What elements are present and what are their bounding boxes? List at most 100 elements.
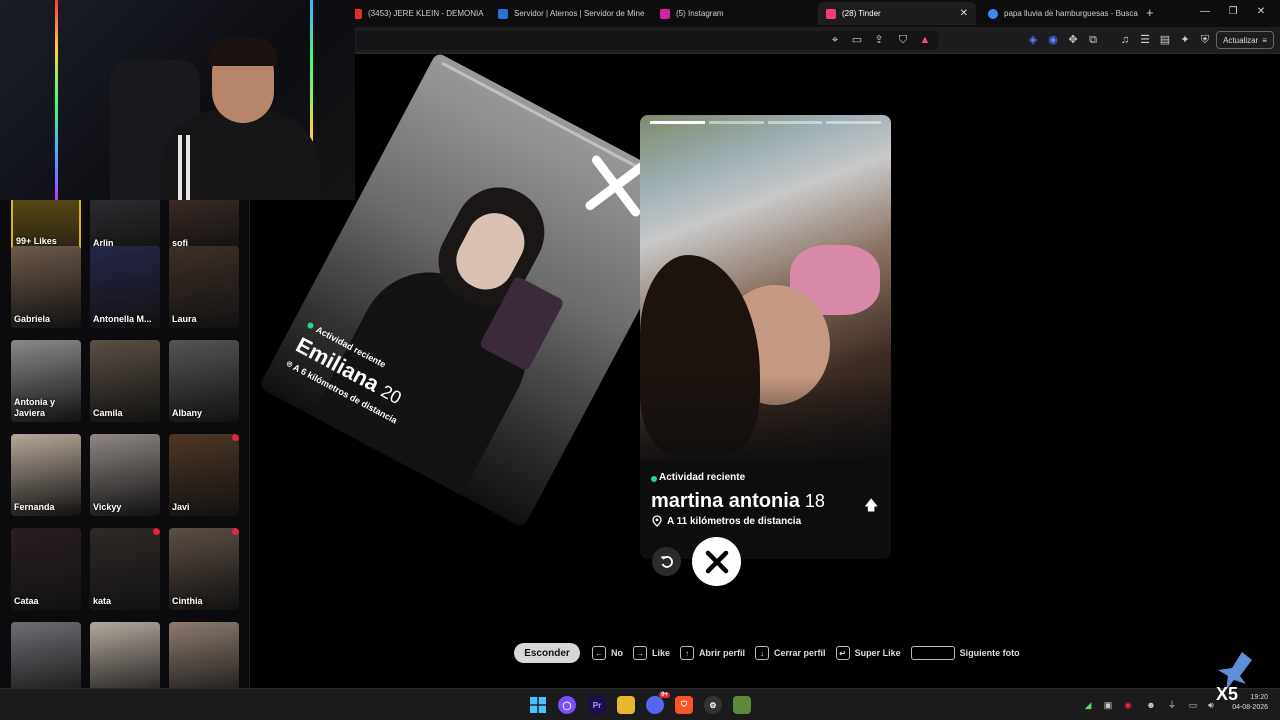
microphone-icon[interactable]: ⏚ [1166,699,1178,711]
google-icon [988,8,998,19]
rewind-icon [660,555,673,568]
open-profile-icon[interactable]: 🡅 [864,495,878,519]
sidebar-toggle-icon[interactable]: ▤ [1158,33,1172,47]
location-icon[interactable]: ⌖ [828,33,842,47]
profile-age: 18 [804,491,825,511]
file-explorer-icon[interactable] [617,696,635,714]
leo-ai-icon[interactable]: ✦ [1178,33,1192,47]
rgb-led-strip [55,0,58,200]
svg-text:X5: X5 [1216,684,1238,702]
window-close-icon[interactable]: ✕ [1254,6,1268,17]
hint-no: ← No [592,646,623,660]
photo-progress-segment[interactable] [826,121,881,124]
brave-shield-icon[interactable]: ⛉ [896,33,910,47]
clock-date: 04-08-2026 [1232,704,1268,711]
online-dot-icon [306,321,315,330]
menu-icon: ≡ [1262,35,1267,45]
cast-icon[interactable]: ▭ [850,33,864,47]
hint-next-photo: Siguiente foto [910,646,1020,660]
minimize-icon[interactable]: — [1198,6,1212,17]
nope-button[interactable] [692,537,741,586]
share-icon[interactable]: ⇪ [872,33,886,47]
matches-sidebar: 99+ Likes Arlin sofi Gabriela Antonella M...… [0,200,250,688]
tab-tinder[interactable]: (28) Tinder ✕ [818,2,976,25]
current-profile-card[interactable]: Actividad reciente martina antonia 18 🡅 A… [640,115,891,559]
update-button[interactable]: Actualizar ≡ [1216,31,1274,49]
match-tile[interactable]: Camila [90,340,160,422]
new-tab-button[interactable]: + [1146,5,1154,20]
profile-name: martina antonia 18 [651,490,825,513]
down-arrow-key-icon: ↓ [755,646,770,660]
match-name: Antonella M... [93,314,152,324]
tab-youtube[interactable]: (3453) JERE KLEIN - DEMONIAKA [344,2,484,25]
match-name: Cinthia [172,596,203,606]
match-tile[interactable]: Cataa [11,528,81,610]
tray-app-icon[interactable]: ◉ [1122,699,1134,711]
nvidia-tray-icon[interactable]: ◢ [1082,699,1094,711]
match-tile[interactable]: rena y [11,622,81,688]
match-tile[interactable]: Antonella M... [90,246,160,328]
photo-progress-segment[interactable] [650,121,705,124]
instagram-icon [660,8,670,19]
obs-icon[interactable]: ◯ [558,696,576,714]
right-arrow-key-icon: → [633,646,647,660]
extensions-icon[interactable]: ✥ [1066,33,1080,47]
location-pin-icon [652,515,662,527]
premiere-icon[interactable]: Pr [588,696,606,714]
wallet-icon[interactable]: ◉ [1046,33,1060,47]
hint-label: No [611,648,623,658]
brave-rewards-icon[interactable]: ▲ [918,33,932,47]
enter-key-icon: ↵ [835,646,850,660]
match-tile[interactable]: Antonia y Javiera [11,340,81,422]
match-tile[interactable]: Albany [169,340,239,422]
match-name: Vickyy [93,502,122,512]
screenshot-icon[interactable]: ⧉ [1086,33,1100,47]
windows-taskbar: ◯ Pr 9+ ⛉ ⚙ ◢ ▣ ◉ ☻ ⏚ ▭ 🔊︎ [0,688,1280,720]
reading-list-icon[interactable]: ☰ [1138,33,1152,47]
photo-progress-segment[interactable] [767,121,823,124]
match-tile[interactable]: kata [90,528,160,610]
tab-instagram[interactable]: (5) Instagram [652,2,812,25]
discord-icon[interactable]: 9+ [646,692,670,714]
streamer-hair [208,38,278,66]
tab-aternos[interactable]: Servidor | Aternos | Servidor de Mine [490,2,646,25]
match-tile[interactable]: Gabriela [11,246,81,328]
match-name: Gabriela [14,314,51,324]
match-tile[interactable]: Laura [169,246,239,328]
profile-distance-text: A 11 kilómetros de distancia [667,516,802,527]
hide-shortcuts-button[interactable]: Esconder [514,643,580,663]
match-tile[interactable] [90,622,160,688]
brave-browser-icon[interactable]: ⛉ [675,696,693,714]
shield-icon[interactable]: ⛨ [1198,33,1212,47]
media-icon[interactable]: ♫ [1118,33,1132,47]
match-tile[interactable]: Cinthia [169,528,239,610]
match-tile[interactable]: Javi [169,434,239,516]
likes-you-tile[interactable]: 99+ Likes [11,200,81,252]
tray-app-icon[interactable]: ▣ [1102,699,1114,711]
new-match-dot-icon [153,528,160,535]
hint-label: Like [652,648,671,658]
monitor-icon[interactable]: ▭ [1187,699,1199,711]
match-tile[interactable]: Arlin [90,200,160,252]
tab-label: (28) Tinder [842,9,881,18]
tab-label: Servidor | Aternos | Servidor de Mine [514,9,645,18]
match-tile[interactable]: sofi [169,200,239,252]
photo-progress-segment[interactable] [708,121,764,124]
hint-label: Siguiente foto [959,648,1020,658]
rewind-button[interactable] [652,547,681,576]
notification-badge: 9+ [659,692,670,698]
vpn-icon[interactable]: ◈ [1026,33,1040,47]
windows-start-icon[interactable] [529,696,547,714]
hint-label: Cerrar perfil [774,648,826,658]
hint-like: → Like [633,646,670,660]
new-match-dot-icon [232,434,239,441]
restore-icon[interactable]: ❐ [1226,6,1240,17]
tab-google[interactable]: papa lluvia de hamburguesas - Busca [980,2,1140,25]
close-tab-icon[interactable]: ✕ [960,8,968,19]
match-tile[interactable]: Fernanda [11,434,81,516]
match-tile[interactable] [169,622,239,688]
minecraft-icon[interactable] [733,696,751,714]
discord-tray-icon[interactable]: ☻ [1145,699,1157,711]
steam-icon[interactable]: ⚙ [704,696,722,714]
match-tile[interactable]: Vickyy [90,434,160,516]
